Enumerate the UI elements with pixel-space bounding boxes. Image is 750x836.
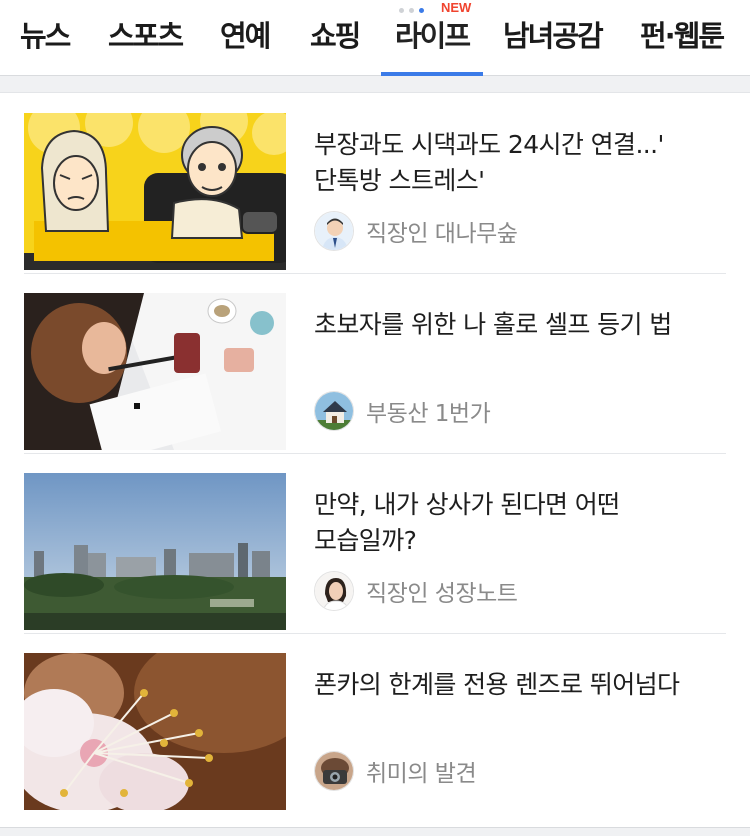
active-tab-indicator bbox=[381, 72, 484, 76]
camera-avatar bbox=[314, 751, 354, 791]
source-name: 취미의 발견 bbox=[366, 761, 477, 787]
list-item[interactable]: 만약, 내가 상사가 된다면 어떤 모습일까? 직장인 성장노트 bbox=[24, 453, 726, 634]
tab-label: 남녀공감 bbox=[503, 19, 604, 53]
woman-writing-thumbnail[interactable] bbox=[24, 293, 286, 450]
tab-shopping[interactable]: 쇼핑 bbox=[310, 14, 361, 76]
tab-news[interactable]: 뉴스 bbox=[20, 14, 71, 76]
source-info[interactable]: 부동산 1번가 bbox=[314, 391, 491, 431]
list-item[interactable]: 초보자를 위한 나 홀로 셀프 등기 법 부동산 1번가 bbox=[24, 273, 726, 454]
article-title[interactable]: 폰카의 한계를 전용 렌즈로 뛰어넘다 bbox=[314, 667, 714, 703]
life-feed-list: 부장과도 시댁과도 24시간 연결...' 단톡방 스트레스' 직장인 대나무숲 bbox=[0, 92, 750, 828]
page-dots-indicator bbox=[399, 8, 435, 14]
source-info[interactable]: 취미의 발견 bbox=[314, 751, 477, 791]
city-skyline-thumbnail[interactable] bbox=[24, 473, 286, 630]
tab-label: 쇼핑 bbox=[310, 19, 361, 53]
tab-entertainment[interactable]: 연예 bbox=[220, 14, 271, 76]
tab-sports[interactable]: 스포츠 bbox=[108, 14, 184, 76]
blossom-macro-thumbnail[interactable] bbox=[24, 653, 286, 810]
article-title[interactable]: 부장과도 시댁과도 24시간 연결...' 단톡방 스트레스' bbox=[314, 127, 714, 199]
category-tab-bar: 뉴스 스포츠 연예 쇼핑 NEW 라이프 남녀공감 펀·웹툰 bbox=[0, 0, 750, 76]
tab-life[interactable]: NEW 라이프 bbox=[381, 0, 484, 76]
list-item[interactable]: 부장과도 시댁과도 24시간 연결...' 단톡방 스트레스' 직장인 대나무숲 bbox=[24, 93, 726, 274]
woman-avatar bbox=[314, 571, 354, 611]
tab-label: 스포츠 bbox=[108, 19, 184, 53]
source-info[interactable]: 직장인 대나무숲 bbox=[314, 211, 518, 251]
tab-label: 라이프 bbox=[395, 19, 471, 53]
article-title[interactable]: 초보자를 위한 나 홀로 셀프 등기 법 bbox=[314, 307, 714, 343]
tab-gender-talk[interactable]: 남녀공감 bbox=[503, 14, 604, 76]
tab-label: 연예 bbox=[220, 19, 271, 53]
list-item[interactable]: 폰카의 한계를 전용 렌즈로 뛰어넘다 취미의 발견 bbox=[24, 633, 726, 813]
tab-fun-webtoon[interactable]: 펀·웹툰 bbox=[640, 14, 725, 76]
tab-label: 펀·웹툰 bbox=[640, 19, 725, 53]
house-avatar bbox=[314, 391, 354, 431]
new-badge: NEW bbox=[441, 0, 472, 15]
source-name: 직장인 성장노트 bbox=[366, 581, 518, 607]
tab-label: 뉴스 bbox=[20, 19, 71, 53]
office-man-avatar bbox=[314, 211, 354, 251]
source-name: 부동산 1번가 bbox=[366, 401, 491, 427]
article-title[interactable]: 만약, 내가 상사가 된다면 어떤 모습일까? bbox=[314, 487, 714, 559]
cartoon-couple-thumbnail[interactable] bbox=[24, 113, 286, 270]
source-info[interactable]: 직장인 성장노트 bbox=[314, 571, 518, 611]
source-name: 직장인 대나무숲 bbox=[366, 221, 518, 247]
